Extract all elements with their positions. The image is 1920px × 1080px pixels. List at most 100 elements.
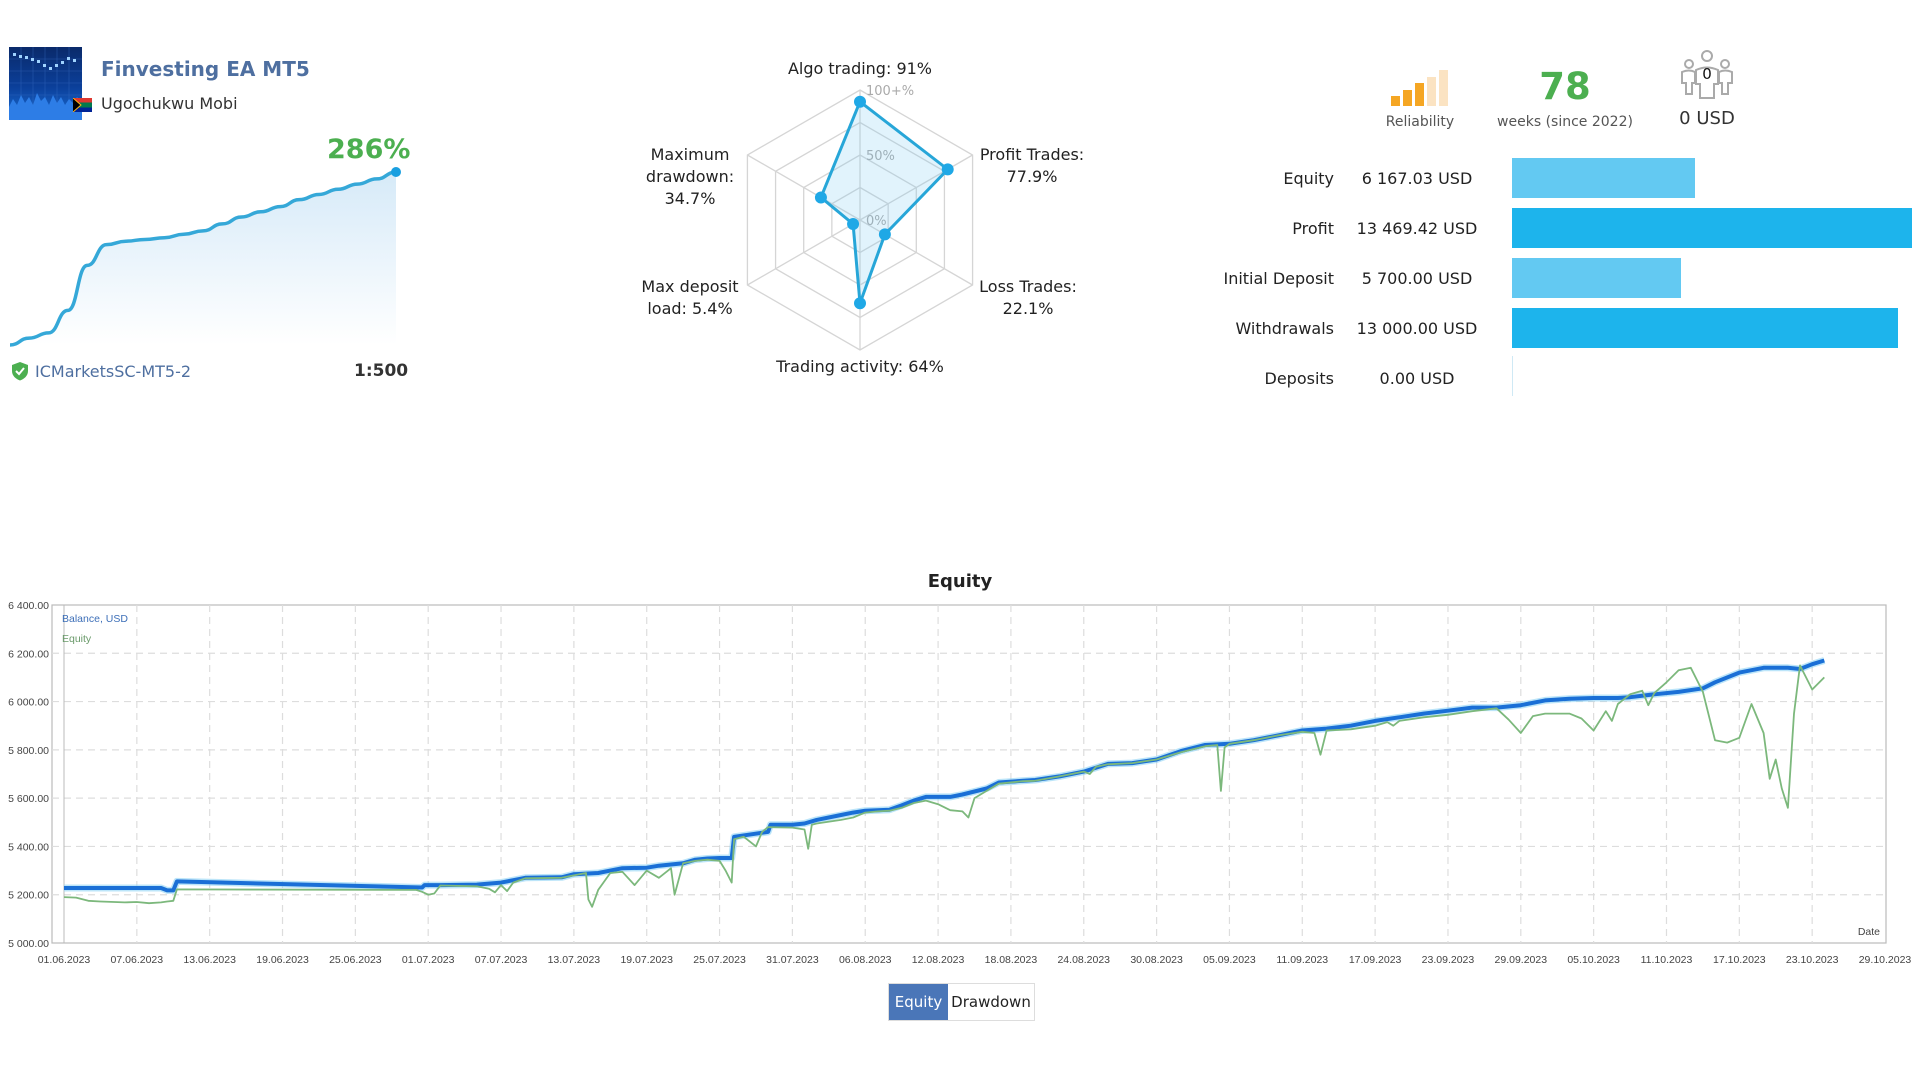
growth-mini-chart [9, 167, 401, 347]
x-tick-label: 12.08.2023 [912, 954, 965, 966]
radar-axis-label-line: 22.1% [1002, 299, 1054, 318]
equity-chart-title: Equity [927, 571, 993, 592]
subscribers-cost: 0 USD [1679, 108, 1735, 129]
radar-axis-label-line: 77.9% [1006, 167, 1058, 186]
x-tick-label: 31.07.2023 [766, 954, 819, 966]
south-africa-flag-icon [73, 98, 92, 112]
y-tick-label: 6 000.00 [8, 697, 49, 709]
x-tick-label: 23.09.2023 [1422, 954, 1475, 966]
reliability-bar [1390, 96, 1400, 106]
author-name[interactable]: Ugochukwu Mobi [101, 94, 238, 113]
plot-frame [51, 604, 1887, 944]
y-tick-label: 5 200.00 [8, 890, 49, 902]
radar-point [814, 191, 827, 204]
stat-row: Withdrawals 13 000.00 USD [1160, 308, 1492, 348]
y-tick-label: 6 200.00 [8, 648, 49, 660]
x-tick-label: 11.09.2023 [1276, 954, 1328, 966]
radar-axis-label-line: load: 5.4% [647, 299, 733, 318]
x-tick-label: 17.10.2023 [1713, 954, 1766, 966]
x-tick-label: 07.06.2023 [111, 954, 164, 966]
radar-point [854, 95, 866, 108]
x-tick-label: 13.07.2023 [548, 954, 601, 966]
x-axis-label: Date [1858, 926, 1880, 938]
radar-axis-label-line: Max deposit [641, 277, 739, 296]
stat-label: Deposits [1264, 368, 1335, 388]
x-tick-label: 17.09.2023 [1349, 954, 1402, 966]
x-tick-label: 18.08.2023 [985, 954, 1038, 966]
stat-bar [1512, 308, 1899, 348]
radar-scale-label: 100+% [866, 84, 914, 99]
chart-thumbnail-icon [9, 47, 82, 120]
y-tick-label: 5 600.00 [8, 793, 49, 805]
signal-avatar[interactable] [9, 47, 82, 120]
radar-axis-label: Maximum drawdown: 34.7% [580, 144, 800, 210]
reliability-bars-icon [1378, 70, 1460, 106]
subscribers-count: 0 [1702, 65, 1712, 83]
subscribers-block[interactable]: 0 0 USD [1670, 48, 1744, 129]
x-tick-label: 29.09.2023 [1495, 954, 1548, 966]
x-tick-label: 24.08.2023 [1057, 954, 1110, 966]
x-tick-label: 05.10.2023 [1567, 954, 1620, 966]
stat-row: Deposits 0.00 USD [1160, 358, 1492, 398]
legend-balance: Balance, USD [62, 613, 128, 625]
x-tick-label: 25.06.2023 [329, 954, 382, 966]
radar-axis-label-line: Maximum [650, 145, 730, 164]
x-tick-label: 01.06.2023 [38, 954, 91, 966]
stat-label: Initial Deposit [1223, 268, 1334, 288]
radar-point [854, 297, 866, 310]
radar-axis-label-line: 34.7% [664, 189, 716, 208]
radar-axis-label-line: Profit Trades: [979, 145, 1085, 164]
radar-axis-label: Max deposit load: 5.4% [580, 276, 800, 320]
y-tick-label: 5 000.00 [8, 938, 49, 950]
stat-label: Withdrawals [1235, 318, 1334, 338]
stat-value: 13 469.42 USD [1356, 218, 1478, 238]
server-info: ICMarketsSC-MT5-2 [11, 361, 191, 381]
radar-axis-label: Loss Trades: 22.1% [918, 276, 1138, 320]
tab-equity[interactable]: Equity [889, 984, 948, 1020]
x-tick-label: 11.10.2023 [1641, 954, 1693, 966]
radar-axis-label-line: Trading activity: 64% [776, 357, 944, 376]
stat-row: Initial Deposit 5 700.00 USD [1160, 258, 1492, 298]
stat-label: Equity [1283, 168, 1334, 188]
reliability-bar [1426, 76, 1436, 106]
stat-row: Equity 6 167.03 USD [1160, 158, 1492, 198]
weeks-label: weeks (since 2022) [1497, 114, 1633, 130]
radar-axis-label-line: Algo trading: 91% [787, 59, 932, 78]
reliability-indicator[interactable]: Reliability [1380, 70, 1460, 130]
stat-value: 5 700.00 USD [1361, 268, 1473, 288]
x-tick-label: 19.07.2023 [620, 954, 673, 966]
stat-bar [1512, 208, 1912, 248]
reliability-label: Reliability [1385, 114, 1455, 130]
stat-label: Profit [1292, 218, 1334, 238]
weeks-value: 78 [1539, 65, 1591, 108]
tab-drawdown[interactable]: Drawdown [948, 984, 1034, 1020]
reliability-bar [1402, 89, 1412, 106]
reliability-bar [1414, 83, 1424, 106]
reliability-bar [1438, 70, 1448, 106]
radar-axis-label-line: Loss Trades: [979, 277, 1077, 296]
x-tick-label: 30.08.2023 [1130, 954, 1183, 966]
x-tick-label: 07.07.2023 [475, 954, 528, 966]
x-tick-label: 19.06.2023 [256, 954, 309, 966]
stat-bar [1512, 258, 1682, 298]
leverage-value: 1:500 [354, 361, 409, 381]
radar-point [878, 228, 891, 241]
x-tick-label: 05.09.2023 [1203, 954, 1256, 966]
stat-bar [1512, 158, 1696, 198]
x-tick-label: 25.07.2023 [693, 954, 746, 966]
radar-axis-label-line: drawdown: [645, 167, 735, 186]
equity-chart: 5 000.00 5 200.00 5 400.00 5 600.00 5 800.00… [8, 600, 1912, 966]
legend-equity: Equity [62, 633, 92, 645]
radar-point [847, 218, 860, 230]
x-tick-label: 01.07.2023 [402, 954, 455, 966]
radar-axis-label: Profit Trades: 77.9% [922, 144, 1142, 188]
growth-area [10, 172, 396, 345]
x-tick-label: 06.08.2023 [839, 954, 892, 966]
x-tick-label: 29.10.2023 [1859, 954, 1912, 966]
radar-chart: 100+%50%0% Algo trading: 91%Profit Trade… [620, 50, 1100, 384]
stat-value: 13 000.00 USD [1356, 318, 1478, 338]
server-name[interactable]: ICMarketsSC-MT5-2 [35, 362, 191, 381]
stat-value: 0.00 USD [1379, 368, 1455, 388]
signal-title[interactable]: Finvesting EA MT5 [101, 57, 310, 81]
stats-axis [1512, 356, 1513, 396]
